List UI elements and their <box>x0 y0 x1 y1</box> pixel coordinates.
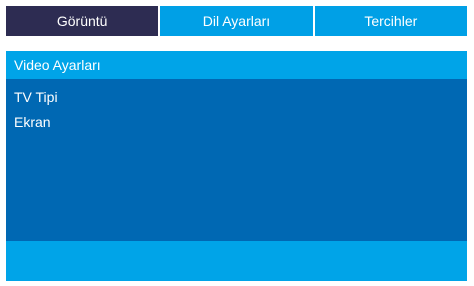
osd-menu: Görüntü Dil Ayarları Tercihler Video Aya… <box>6 0 467 286</box>
tab-goruntu[interactable]: Görüntü <box>6 6 159 36</box>
footer-bar <box>6 241 467 281</box>
menu-panel: TV Tipi Ekran <box>6 79 467 241</box>
tab-bar: Görüntü Dil Ayarları Tercihler <box>6 6 467 36</box>
section-title: Video Ayarları <box>14 57 101 73</box>
menu-item-tv-tipi[interactable]: TV Tipi <box>14 89 58 105</box>
menu-item-ekran[interactable]: Ekran <box>14 114 51 130</box>
tab-dil-ayarlari[interactable]: Dil Ayarları <box>160 6 313 36</box>
section-header: Video Ayarları <box>6 51 467 79</box>
tab-tercihler[interactable]: Tercihler <box>314 6 467 36</box>
